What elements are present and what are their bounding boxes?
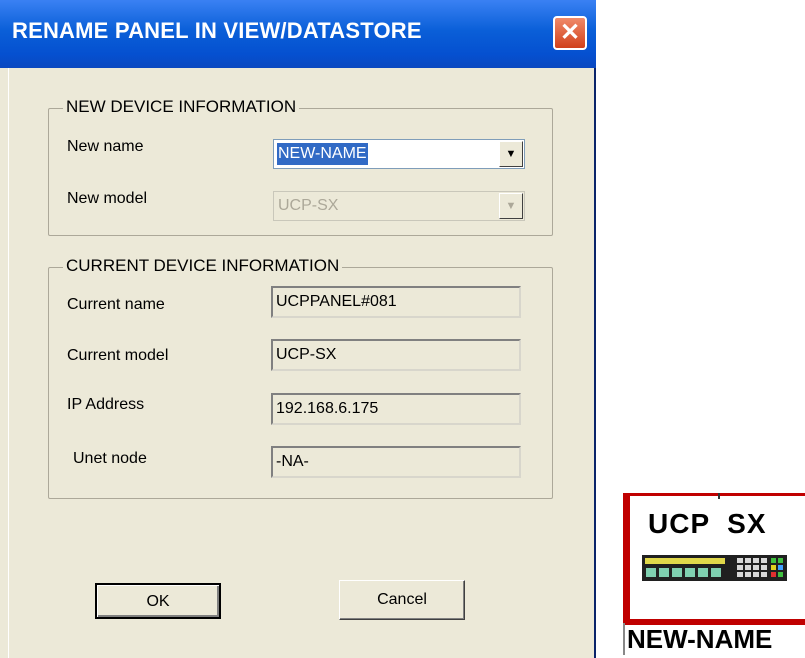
ip-address-field: 192.168.6.175 [271,393,521,425]
panel-name-label: NEW-NAME [623,623,805,655]
current-device-legend: CURRENT DEVICE INFORMATION [63,256,343,276]
current-name-field: UCPPANEL#081 [271,286,521,318]
dialog-body: NEW DEVICE INFORMATION New name NEW-NAME… [8,68,586,658]
new-model-value: UCP-SX [278,197,339,214]
new-model-label: New model [67,190,148,207]
current-name-label: Current name [67,296,165,313]
chevron-down-icon: ▼ [499,193,523,219]
dialog-title: RENAME PANEL IN VIEW/DATASTORE [12,18,422,43]
close-icon[interactable]: ✕ [553,16,587,50]
unet-node-label: Unet node [73,450,147,467]
ip-address-label: IP Address [67,396,145,413]
current-model-label: Current model [67,347,169,364]
new-model-combobox: UCP-SX ▼ [273,191,525,221]
new-name-value[interactable]: NEW-NAME [277,143,368,165]
title-bar[interactable]: RENAME PANEL IN VIEW/DATASTORE ✕ [0,0,596,68]
ok-button[interactable]: OK [95,583,221,619]
panel-preview[interactable]: UCP SX NEW-NAME [623,493,805,658]
cancel-button[interactable]: Cancel [339,580,465,620]
new-device-legend: NEW DEVICE INFORMATION [63,97,300,117]
new-name-combobox[interactable]: NEW-NAME ▼ [273,139,525,169]
new-name-label: New name [67,138,144,155]
unet-node-field: -NA- [271,446,521,478]
chevron-down-icon[interactable]: ▼ [499,141,523,167]
panel-model-text: UCP SX [648,508,767,539]
panel-tile[interactable]: UCP SX [623,493,805,625]
ucp-sx-device-icon [642,555,787,581]
rename-panel-dialog: RENAME PANEL IN VIEW/DATASTORE ✕ NEW DEV… [0,0,596,658]
tile-divider [718,493,720,499]
current-model-field: UCP-SX [271,339,521,371]
